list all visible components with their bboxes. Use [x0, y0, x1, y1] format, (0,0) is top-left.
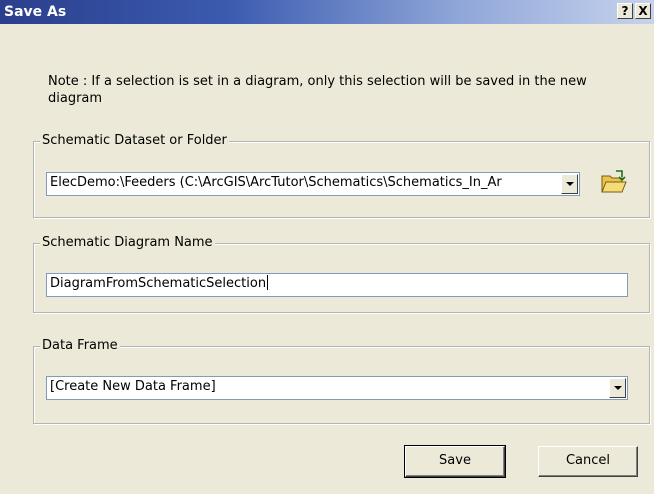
title-bar[interactable]: Save As ? X — [0, 0, 654, 24]
chevron-down-icon[interactable] — [561, 174, 578, 194]
text-cursor — [267, 275, 269, 290]
dataset-combobox[interactable]: ElecDemo:\Feeders (C:\ArcGIS\ArcTutor\Sc… — [46, 172, 580, 196]
save-as-dialog: Save As ? X Note : If a selection is set… — [0, 0, 654, 494]
close-button[interactable]: X — [635, 3, 651, 19]
dataset-value: ElecDemo:\Feeders (C:\ArcGIS\ArcTutor\Sc… — [50, 175, 502, 190]
browse-folder-button[interactable] — [598, 167, 630, 197]
data-frame-group-label: Data Frame — [40, 338, 120, 354]
help-button[interactable]: ? — [617, 3, 633, 19]
diagram-name-group-label: Schematic Diagram Name — [40, 235, 215, 251]
note-text: Note : If a selection is set in a diagra… — [48, 74, 587, 106]
save-button[interactable]: Save — [404, 445, 506, 478]
window-title: Save As — [4, 4, 67, 20]
chevron-down-icon[interactable] — [609, 378, 626, 398]
data-frame-value: [Create New Data Frame] — [50, 379, 216, 394]
diagram-name-input[interactable]: DiagramFromSchematicSelection — [46, 273, 628, 297]
data-frame-combobox[interactable]: [Create New Data Frame] — [46, 376, 628, 400]
dataset-group-label: Schematic Dataset or Folder — [40, 133, 229, 149]
open-folder-icon — [601, 170, 627, 193]
cancel-button[interactable]: Cancel — [538, 446, 638, 477]
diagram-name-value: DiagramFromSchematicSelection — [50, 276, 267, 291]
